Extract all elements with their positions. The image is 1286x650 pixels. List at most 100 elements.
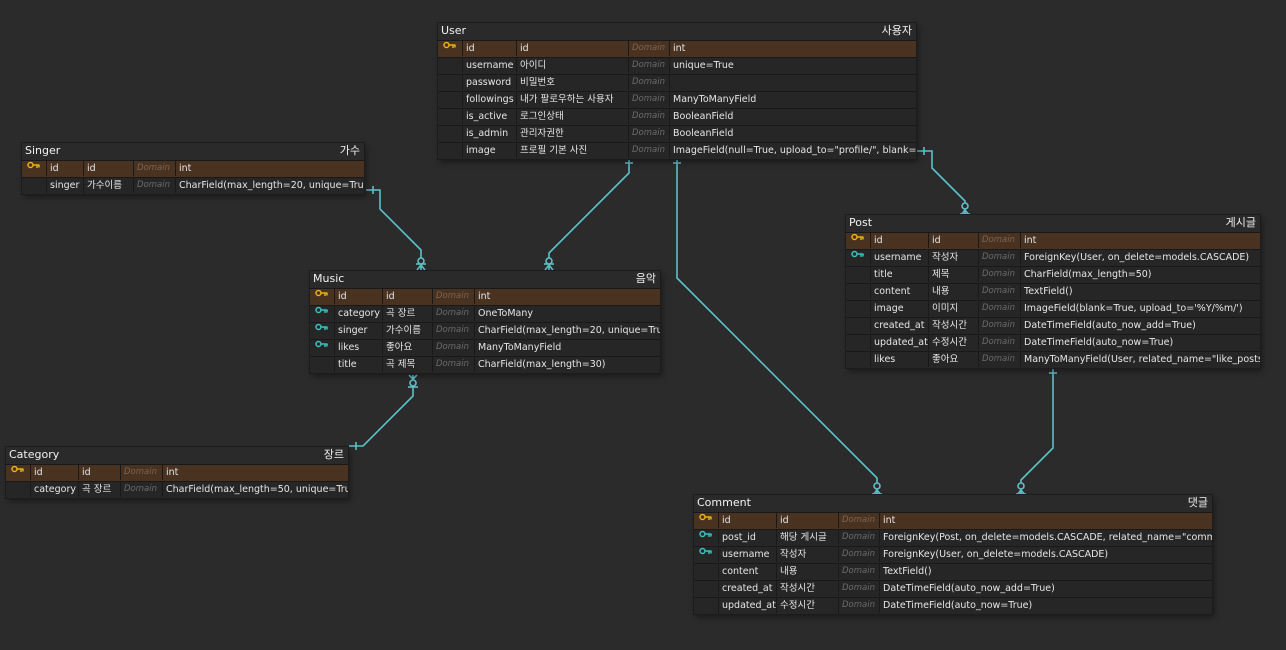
- attribute-label: 내용: [928, 284, 978, 299]
- attribute-type: ForeignKey(Post, on_delete=models.CASCAD…: [879, 530, 1212, 545]
- attribute-label: id: [928, 233, 978, 248]
- attribute-row[interactable]: username 작성자 Domain ForeignKey(User, on_del…: [846, 249, 1260, 266]
- attribute-label: 관리자권한: [516, 126, 628, 141]
- attribute-row[interactable]: id id Domain int: [22, 160, 364, 177]
- entity-comment[interactable]: Comment 댓글 id id Domain int post_id 해당 게시글 Domai…: [694, 495, 1212, 614]
- entity-user[interactable]: User 사용자 id id Domain int username 아이디 Domain uni…: [438, 23, 916, 159]
- attribute-row[interactable]: category 곡 장르 Domain CharField(max_length=5…: [6, 481, 348, 498]
- entity-singer[interactable]: Singer 가수 id id Domain int singer 가수이름 Domain Cha…: [22, 143, 364, 194]
- attribute-label: 해당 게시글: [776, 530, 838, 545]
- attribute-label: 곡 제목: [382, 357, 432, 372]
- entity-post[interactable]: Post 게시글 id id Domain int username 작성자 Domain For…: [846, 215, 1260, 368]
- attribute-domain: Domain: [628, 92, 669, 107]
- attribute-row[interactable]: singer 가수이름 Domain CharField(max_length=20,…: [22, 177, 364, 194]
- attribute-type: int: [175, 161, 364, 176]
- attribute-domain: Domain: [432, 323, 474, 338]
- entity-logical-name: 가수: [339, 144, 360, 157]
- attribute-row[interactable]: image 프로필 기본 사진 Domain ImageField(null=True…: [438, 142, 916, 159]
- rel-post-comment: [1016, 368, 1057, 496]
- attribute-label: 내용: [776, 564, 838, 579]
- attribute-row[interactable]: updated_at 수정시간 Domain DateTimeField(auto_n…: [846, 334, 1260, 351]
- attribute-domain: Domain: [432, 289, 474, 304]
- attribute-row[interactable]: singer 가수이름 Domain CharField(max_length=20,…: [310, 322, 660, 339]
- attribute-row[interactable]: title 제목 Domain CharField(max_length=50): [846, 266, 1260, 283]
- attribute-label: 프로필 기본 사진: [516, 143, 628, 158]
- attribute-domain: Domain: [628, 143, 669, 158]
- entity-logical-name: 댓글: [1187, 496, 1208, 509]
- attribute-row[interactable]: username 작성자 Domain ForeignKey(User, on_del…: [694, 546, 1212, 563]
- foreign-key-icon: [315, 340, 328, 355]
- attribute-row[interactable]: image 이미지 Domain ImageField(blank=True, upl…: [846, 300, 1260, 317]
- entity-title: Category 장르: [6, 447, 348, 464]
- attribute-row[interactable]: created_at 작성시간 Domain DateTimeField(auto_n…: [694, 580, 1212, 597]
- primary-key-icon: [27, 161, 40, 176]
- entity-music[interactable]: Music 음악 id id Domain int category 곡 장르 Domain On…: [310, 271, 660, 373]
- attribute-row[interactable]: likes 좋아요 Domain ManyToManyField(User, rela…: [846, 351, 1260, 368]
- attribute-type: BooleanField: [669, 126, 916, 141]
- attribute-row[interactable]: content 내용 Domain TextField(): [846, 283, 1260, 300]
- attribute-row[interactable]: password 비밀번호 Domain: [438, 74, 916, 91]
- foreign-key-icon: [315, 323, 328, 338]
- entity-name: Comment: [697, 496, 751, 509]
- attribute-type: CharField(max_length=20, unique=True): [474, 323, 660, 338]
- primary-key-icon: [851, 233, 864, 248]
- attribute-type: DateTimeField(auto_now_add=True): [1020, 318, 1260, 333]
- attribute-type: [669, 75, 916, 90]
- attribute-name: created_at: [718, 581, 776, 596]
- attribute-row[interactable]: id id Domain int: [6, 464, 348, 481]
- attribute-row[interactable]: updated_at 수정시간 Domain DateTimeField(auto_n…: [694, 597, 1212, 614]
- entity-name: Singer: [25, 144, 61, 157]
- entity-title: Post 게시글: [846, 215, 1260, 232]
- entity-category[interactable]: Category 장르 id id Domain int category 곡 장르 Domai…: [6, 447, 348, 498]
- attribute-name: username: [718, 547, 776, 562]
- attribute-name: password: [462, 75, 516, 90]
- attribute-row[interactable]: username 아이디 Domain unique=True: [438, 57, 916, 74]
- attribute-domain: Domain: [432, 357, 474, 372]
- attribute-type: DateTimeField(auto_now_add=True): [879, 581, 1212, 596]
- attribute-label: 작성자: [928, 250, 978, 265]
- attribute-row[interactable]: id id Domain int: [310, 288, 660, 305]
- attribute-row[interactable]: followings 내가 팔로우하는 사용자 Domain ManyToManyFi…: [438, 91, 916, 108]
- attribute-row[interactable]: id id Domain int: [694, 512, 1212, 529]
- attribute-label: 작성시간: [928, 318, 978, 333]
- attribute-name: followings: [462, 92, 516, 107]
- attribute-label: 아이디: [516, 58, 628, 73]
- attribute-name: id: [462, 41, 516, 56]
- attribute-row[interactable]: is_admin 관리자권한 Domain BooleanField: [438, 125, 916, 142]
- attribute-domain: Domain: [838, 564, 879, 579]
- attribute-type: int: [1020, 233, 1260, 248]
- attribute-name: title: [870, 267, 928, 282]
- attribute-name: post_id: [718, 530, 776, 545]
- attribute-label: id: [776, 513, 838, 528]
- attribute-row[interactable]: is_active 로그인상태 Domain BooleanField: [438, 108, 916, 125]
- attribute-row[interactable]: content 내용 Domain TextField(): [694, 563, 1212, 580]
- attribute-label: 가수이름: [382, 323, 432, 338]
- attribute-type: unique=True: [669, 58, 916, 73]
- rel-user-post: [917, 147, 970, 216]
- attribute-label: 이미지: [928, 301, 978, 316]
- attribute-name: id: [334, 289, 382, 304]
- attribute-domain: Domain: [628, 109, 669, 124]
- attribute-row[interactable]: id id Domain int: [438, 40, 916, 57]
- attribute-label: id: [516, 41, 628, 56]
- rel-singer-music: [366, 186, 426, 271]
- attribute-name: id: [870, 233, 928, 248]
- attribute-label: 제목: [928, 267, 978, 282]
- attribute-label: 곡 장르: [78, 482, 120, 497]
- attribute-row[interactable]: id id Domain int: [846, 232, 1260, 249]
- attribute-domain: Domain: [133, 161, 175, 176]
- attribute-row[interactable]: created_at 작성시간 Domain DateTimeField(auto_n…: [846, 317, 1260, 334]
- attribute-name: username: [870, 250, 928, 265]
- attribute-row[interactable]: post_id 해당 게시글 Domain ForeignKey(Post, on_d…: [694, 529, 1212, 546]
- attribute-type: ManyToManyField: [669, 92, 916, 107]
- attribute-domain: Domain: [133, 178, 175, 193]
- foreign-key-icon: [699, 530, 712, 545]
- attribute-row[interactable]: category 곡 장르 Domain OneToMany: [310, 305, 660, 322]
- attribute-domain: Domain: [838, 530, 879, 545]
- attribute-name: likes: [334, 340, 382, 355]
- attribute-row[interactable]: likes 좋아요 Domain ManyToManyField: [310, 339, 660, 356]
- attribute-domain: Domain: [838, 513, 879, 528]
- attribute-row[interactable]: title 곡 제목 Domain CharField(max_length=30): [310, 356, 660, 373]
- attribute-label: 작성자: [776, 547, 838, 562]
- attribute-label: 로그인상태: [516, 109, 628, 124]
